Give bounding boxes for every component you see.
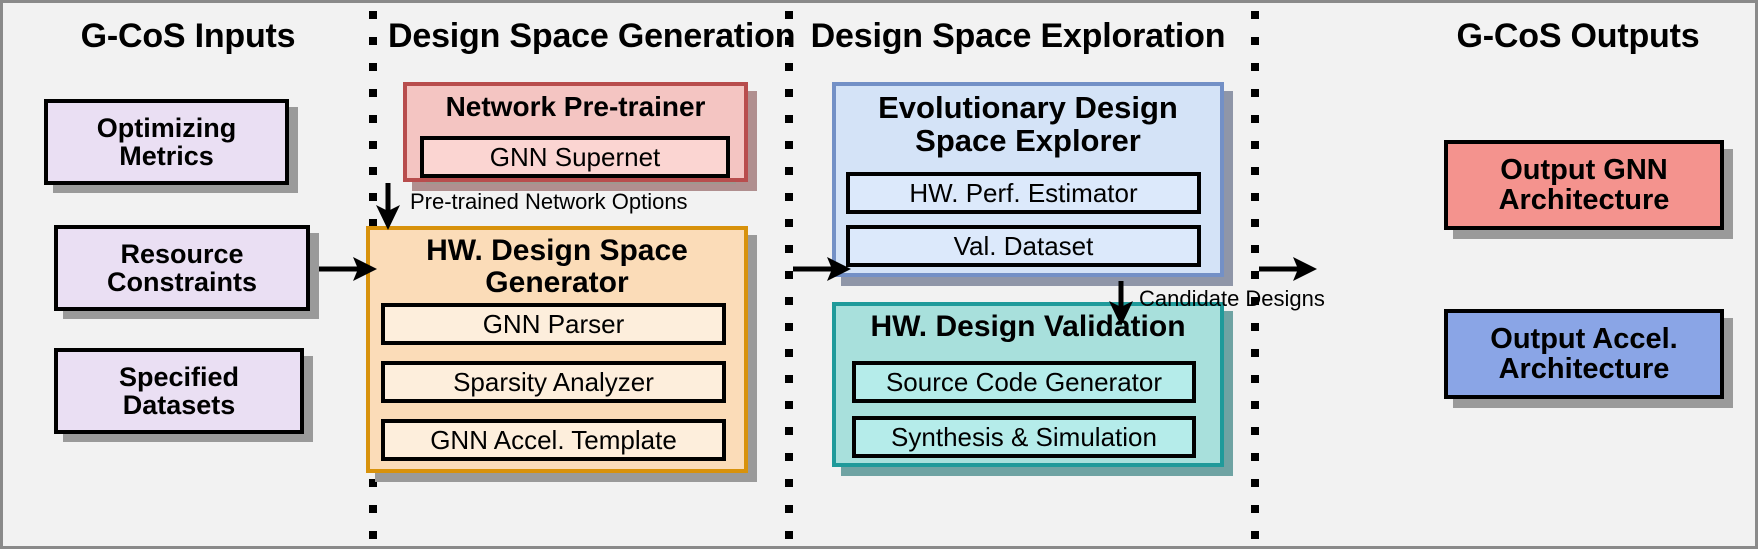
divider-generation-exploration — [785, 11, 793, 540]
input-label: Optimizing Metrics — [96, 112, 237, 171]
output-line2: Architecture — [1498, 353, 1670, 385]
input-line1: Optimizing — [96, 112, 237, 143]
input-resource-constraints[interactable]: Resource Constraints — [54, 225, 310, 311]
group-title-evolutionary-explorer: Evolutionary Design Space Explorer — [836, 90, 1220, 158]
arrow-validation-to-outputs — [1259, 257, 1317, 281]
subbox-hw-perf-estimator[interactable]: HW. Perf. Estimator — [846, 172, 1201, 214]
subbox-sparsity-analyzer[interactable]: Sparsity Analyzer — [381, 361, 726, 403]
output-label: Output Accel. Architecture — [1490, 322, 1678, 385]
input-optimizing-metrics[interactable]: Optimizing Metrics — [44, 99, 289, 185]
group-title-line2: Generator — [485, 265, 629, 299]
column-title-generation: Design Space Generation — [388, 17, 796, 55]
subbox-gnn-parser[interactable]: GNN Parser — [381, 303, 726, 345]
output-line2: Architecture — [1498, 184, 1670, 216]
arrow-inputs-to-generator — [319, 257, 377, 281]
output-label: Output GNN Architecture — [1498, 153, 1670, 216]
input-label: Resource Constraints — [106, 238, 258, 297]
input-specified-datasets[interactable]: Specified Datasets — [54, 348, 304, 434]
divider-exploration-outputs — [1251, 11, 1259, 540]
output-accel-architecture[interactable]: Output Accel. Architecture — [1444, 309, 1724, 399]
subbox-gnn-accel-template[interactable]: GNN Accel. Template — [381, 419, 726, 461]
column-title-exploration: Design Space Exploration — [810, 17, 1226, 55]
group-title-hw-design-validation: HW. Design Validation — [870, 310, 1186, 343]
arrow-explorer-to-validation — [1109, 281, 1133, 326]
input-line2: Metrics — [119, 141, 214, 171]
input-label: Specified Datasets — [118, 361, 240, 420]
input-line1: Specified — [118, 361, 240, 392]
edge-label-pretrained-network-options: Pre-trained Network Options — [410, 189, 688, 214]
input-line2: Datasets — [122, 390, 236, 420]
group-title-line2: Space Explorer — [915, 122, 1141, 158]
input-line2: Constraints — [106, 267, 258, 297]
group-title-hw-design-space-generator: HW. Design Space Generator — [370, 235, 744, 298]
arrow-pretrainer-to-generator — [376, 183, 400, 230]
output-line1: Output GNN — [1500, 153, 1668, 186]
input-line1: Resource — [120, 238, 244, 269]
group-title-line1: Evolutionary Design — [878, 90, 1178, 125]
edge-label-candidate-designs: Candidate Designs — [1139, 286, 1325, 311]
group-title-line1: HW. Design Space — [426, 234, 688, 267]
arrow-generator-to-explorer — [793, 257, 851, 281]
diagram-canvas: G-CoS Inputs Design Space Generation Des… — [0, 0, 1758, 549]
subbox-synthesis-simulation[interactable]: Synthesis & Simulation — [852, 416, 1196, 458]
output-line1: Output Accel. — [1490, 322, 1678, 355]
group-title-network-pretrainer: Network Pre-trainer — [445, 91, 706, 122]
column-title-inputs: G-CoS Inputs — [80, 17, 296, 55]
subbox-gnn-supernet[interactable]: GNN Supernet — [420, 136, 730, 178]
output-gnn-architecture[interactable]: Output GNN Architecture — [1444, 140, 1724, 230]
column-title-outputs: G-CoS Outputs — [1456, 17, 1700, 55]
subbox-source-code-generator[interactable]: Source Code Generator — [852, 361, 1196, 403]
subbox-val-dataset[interactable]: Val. Dataset — [846, 225, 1201, 267]
